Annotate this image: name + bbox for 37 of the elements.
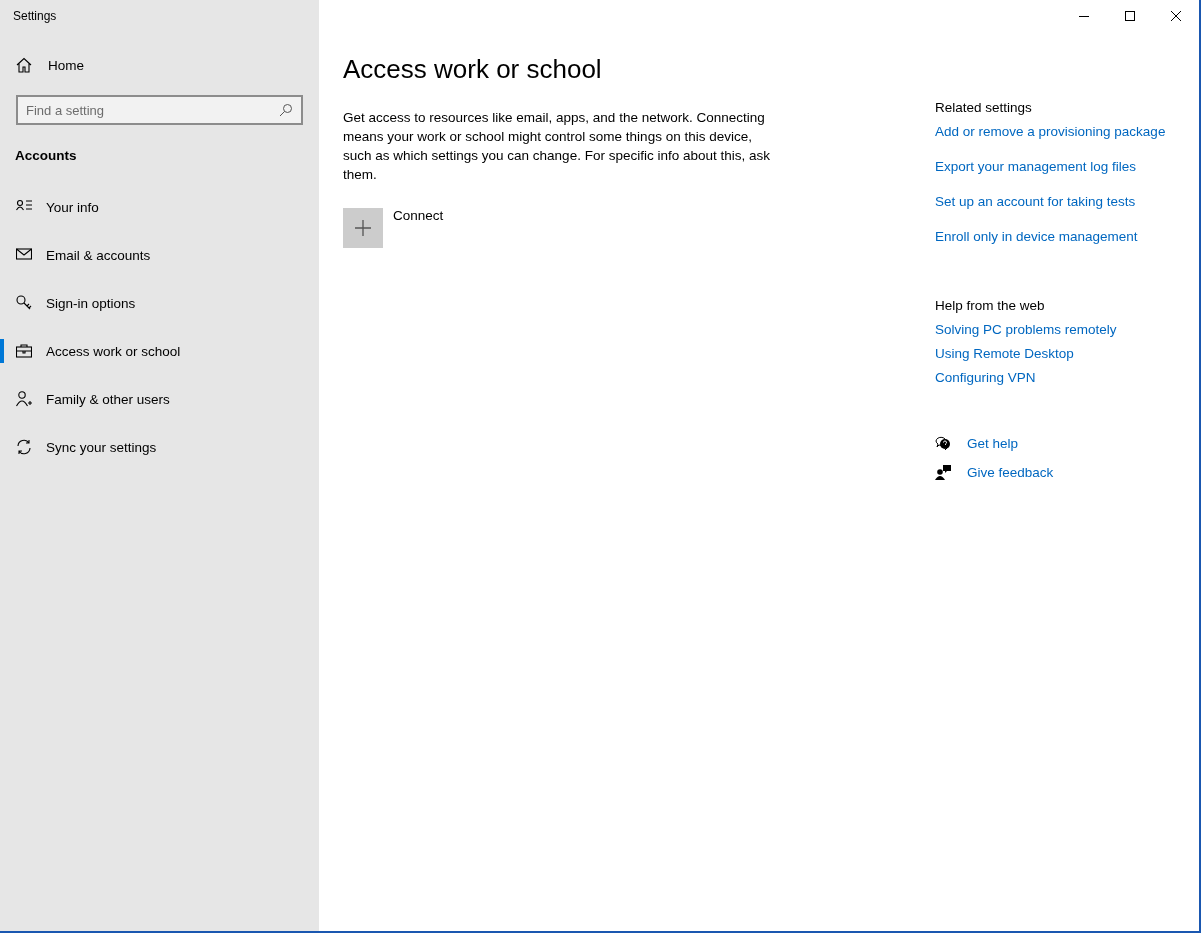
plus-icon [355,220,371,236]
help-link[interactable]: Solving PC problems remotely [935,322,1117,337]
search-icon [279,103,293,117]
maximize-icon [1124,10,1136,22]
home-link[interactable]: Home [16,57,84,73]
mail-icon [16,247,32,263]
nav-item[interactable]: Sync your settings [0,435,319,459]
nav-item[interactable]: Family & other users [0,387,319,411]
key-icon [16,295,32,311]
help-link[interactable]: Configuring VPN [935,370,1036,385]
chat-question-icon [935,435,951,451]
settings-link[interactable]: Add or remove a provisioning package [935,124,1166,139]
nav-item[interactable]: Email & accounts [0,243,319,267]
nav-item[interactable]: Sign-in options [0,291,319,315]
search-input[interactable]: Find a setting [26,102,279,118]
search-field[interactable]: Find a setting [16,95,303,125]
connect-button[interactable] [343,208,383,248]
settings-link[interactable]: Export your management log files [935,159,1137,174]
description-text: Get access to resources like email, apps, and the network. Connecting means your work or school might control some things on this device, such as which settings you can change. For specific info about this, ask them. [343,109,771,184]
sync-icon [16,439,32,455]
section-heading: Help from the web [935,298,1045,313]
person-add-icon [16,391,32,407]
help-link[interactable]: Using Remote Desktop [935,346,1074,361]
settings-link[interactable]: Enroll only in device management [935,229,1138,244]
section-heading: Related settings [935,100,1032,115]
section-heading: Accounts [15,148,77,163]
support-link[interactable]: Give feedback [967,464,1054,480]
window-title: Settings [13,9,57,23]
connect-label: Connect [393,208,444,223]
home-icon [16,57,32,73]
close-icon [1170,10,1182,22]
settings-link[interactable]: Set up an account for taking tests [935,194,1136,209]
nav-item[interactable]: Your info [0,195,319,219]
person-feedback-icon [935,464,951,480]
support-link[interactable]: Get help [967,435,1019,451]
briefcase-icon [16,343,32,359]
page-title: Access work or school [343,54,602,85]
